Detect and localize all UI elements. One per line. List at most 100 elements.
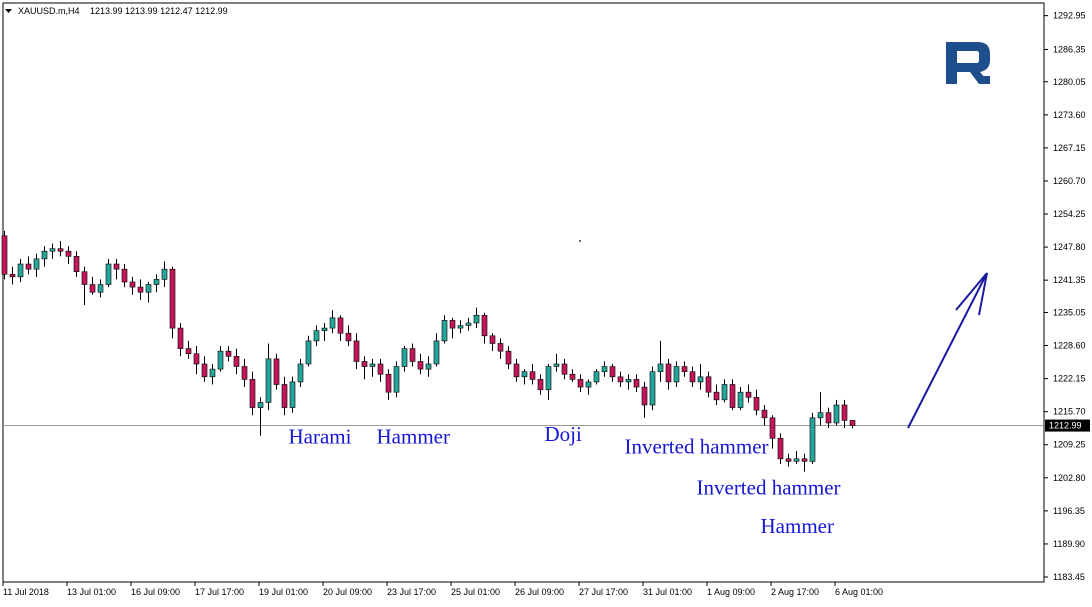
candle — [129, 276, 136, 295]
candle — [529, 363, 536, 385]
candle — [601, 361, 608, 377]
candle-body — [537, 379, 544, 390]
candle-body — [761, 409, 768, 419]
y-tick-label: 1196.35 — [1053, 506, 1085, 516]
candle — [801, 453, 808, 472]
y-tick-label: 1292.95 — [1053, 11, 1086, 21]
candle — [89, 276, 96, 295]
candle — [593, 369, 600, 385]
candle-body — [553, 363, 560, 367]
candle-body — [97, 284, 104, 293]
y-tick-label: 1222.15 — [1053, 374, 1086, 384]
candle — [265, 343, 272, 411]
candle — [537, 374, 544, 395]
candle — [721, 379, 728, 403]
candle — [377, 358, 384, 382]
candle — [121, 264, 128, 288]
candlestick-chart[interactable]: XAUUSD.m,H4 1213.99 1213.99 1212.47 1212… — [0, 0, 1092, 602]
dropdown-triangle-icon[interactable] — [5, 9, 12, 13]
candle-body — [625, 379, 632, 383]
candle — [57, 240, 64, 257]
candle-body — [801, 458, 808, 462]
candle-body — [825, 412, 832, 424]
candle-body — [705, 376, 712, 393]
candle-body — [817, 412, 824, 419]
candle-body — [473, 314, 480, 324]
candle-body — [249, 379, 256, 408]
candle-body — [729, 384, 736, 408]
trend-arrow — [907, 272, 988, 429]
candle — [33, 253, 40, 277]
candle-body — [105, 263, 112, 285]
candle-body — [185, 348, 192, 355]
candle — [681, 361, 688, 377]
candle — [809, 412, 816, 464]
candle-body — [65, 250, 72, 257]
x-tick-label: 26 Jul 09:00 — [515, 587, 564, 597]
y-tick-label: 1215.70 — [1053, 407, 1086, 417]
candle — [449, 317, 456, 339]
x-tick-label: 19 Jul 01:00 — [259, 587, 308, 597]
candle — [249, 371, 256, 416]
candle-body — [209, 368, 216, 378]
candle-body — [505, 350, 512, 365]
candle — [521, 369, 528, 385]
candle — [569, 369, 576, 382]
chart-container[interactable]: XAUUSD.m,H4 1213.99 1213.99 1212.47 1212… — [0, 0, 1092, 602]
x-tick-label: 27 Jul 17:00 — [579, 587, 628, 597]
candle-body — [609, 366, 616, 378]
candle-body — [153, 279, 160, 285]
candle-body — [337, 317, 344, 334]
candle-body — [305, 340, 312, 365]
candle — [617, 371, 624, 388]
candle — [225, 346, 232, 362]
candle-body — [849, 420, 856, 426]
candle-body — [345, 332, 352, 342]
candle-body — [289, 381, 296, 408]
candle — [81, 266, 88, 306]
candle — [777, 433, 784, 464]
candle — [257, 397, 264, 436]
trend-arrow-shaft — [907, 272, 988, 429]
candle — [641, 381, 648, 418]
candle-body — [569, 373, 576, 380]
candle-body — [585, 381, 592, 388]
candle-body — [265, 358, 272, 403]
candle-body — [49, 248, 56, 252]
candle — [489, 333, 496, 352]
candle — [849, 420, 856, 429]
candle-body — [641, 386, 648, 406]
y-tick-label: 1280.05 — [1053, 77, 1086, 87]
candle-body — [481, 314, 488, 337]
candle-body — [137, 286, 144, 293]
candle — [577, 374, 584, 393]
candle — [353, 333, 360, 370]
candle — [281, 376, 288, 416]
candle-body — [513, 363, 520, 378]
candle — [441, 315, 448, 344]
stray-dot — [579, 240, 581, 242]
candle-body — [489, 335, 496, 344]
candle — [177, 322, 184, 357]
candle — [145, 281, 152, 303]
y-tick-label: 1209.25 — [1053, 440, 1086, 450]
candle-body — [617, 376, 624, 383]
candle — [233, 348, 240, 375]
candle — [673, 361, 680, 388]
candle-body — [225, 350, 232, 357]
candle-body — [745, 391, 752, 398]
candle — [697, 363, 704, 390]
x-tick-label: 16 Jul 09:00 — [131, 587, 180, 597]
candle — [649, 366, 656, 411]
candle — [473, 307, 480, 329]
candle-body — [353, 340, 360, 362]
candle — [457, 320, 464, 334]
candle — [337, 315, 344, 341]
y-tick-label: 1202.80 — [1053, 473, 1086, 483]
candle — [785, 453, 792, 467]
y-tick-label: 1247.80 — [1053, 242, 1086, 252]
candle-body — [545, 366, 552, 390]
candle — [513, 358, 520, 382]
pattern-label: Doji — [545, 422, 583, 446]
x-tick-label: 17 Jul 17:00 — [195, 587, 244, 597]
